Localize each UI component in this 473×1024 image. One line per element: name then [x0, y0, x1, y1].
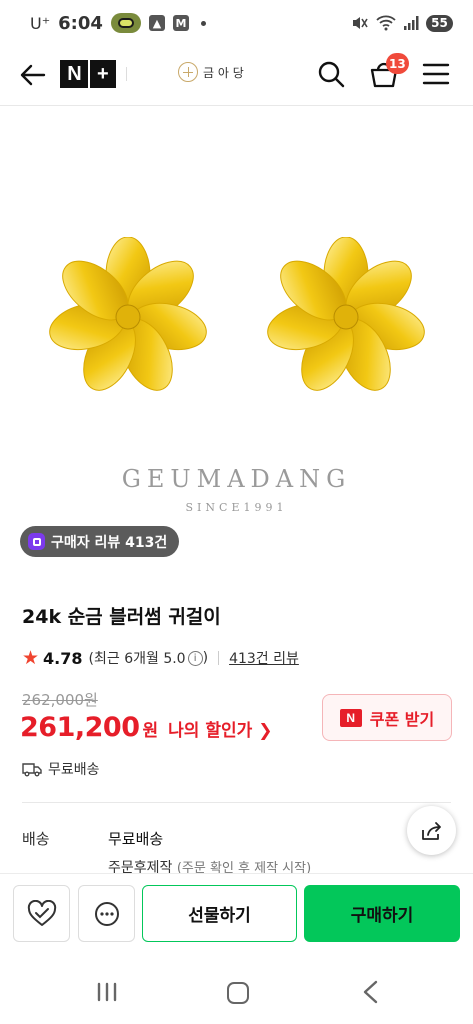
buy-button[interactable]: 구매하기	[304, 885, 460, 942]
gift-button[interactable]: 선물하기	[142, 885, 297, 942]
sale-price-row[interactable]: 261,200 원 나의 할인가 ❯	[20, 712, 273, 743]
delivery-value: 무료배송	[108, 830, 164, 848]
delivery-label: 배송	[22, 830, 50, 848]
recent-apps-icon[interactable]	[95, 982, 119, 1002]
wishlist-button[interactable]	[13, 885, 70, 942]
gallery-notification-icon: ▲	[148, 15, 165, 31]
review-count-link[interactable]: 413건 리뷰	[229, 648, 299, 668]
section-divider	[22, 802, 451, 803]
info-icon[interactable]: i	[187, 650, 203, 666]
carrier-label: U⁺	[30, 13, 51, 33]
product-title: 24k 순금 블러썸 귀걸이	[22, 606, 221, 628]
shipping-row: 무료배송	[22, 759, 100, 779]
menu-icon[interactable]	[422, 61, 450, 87]
truck-icon	[22, 763, 42, 777]
m-notification-icon: M	[172, 15, 189, 31]
coupon-label: 쿠폰 받기	[369, 709, 435, 729]
shipping-label: 무료배송	[48, 762, 100, 778]
brand-since: SINCE1991	[185, 501, 288, 514]
system-nav-bar	[0, 958, 473, 1024]
search-icon[interactable]	[316, 59, 346, 89]
review-chip-icon	[28, 533, 45, 550]
naver-n-icon: N	[339, 708, 362, 727]
naver-plus-logo[interactable]: N +	[60, 60, 116, 88]
review-chip-label: 구매자 리뷰 413건	[51, 534, 168, 551]
buyer-review-chip[interactable]: 구매자 리뷰 413건	[20, 526, 180, 557]
right-earring-image	[267, 237, 425, 391]
app-notification-icon	[110, 13, 141, 33]
store-name: 금 아 당	[203, 65, 244, 80]
status-time: 6:04	[58, 12, 103, 34]
heart-check-icon	[27, 899, 56, 926]
home-icon[interactable]	[227, 982, 249, 1004]
share-icon	[421, 821, 441, 840]
battery-indicator: 55	[426, 14, 453, 32]
nav-back-icon[interactable]	[360, 980, 382, 1004]
chevron-right-icon: ❯	[258, 721, 273, 741]
currency-won: 원	[142, 721, 159, 741]
brand-watermark: GEUMADANG	[121, 465, 352, 493]
header-divider	[126, 67, 127, 81]
store-logo-icon	[178, 62, 198, 82]
status-bar: U⁺ 6:04 ▲ M 55	[0, 0, 473, 46]
product-image[interactable]: GEUMADANG SINCE1991 구매자 리뷰 413건	[0, 107, 473, 567]
top-header: N + 금 아 당 13	[0, 46, 473, 106]
bottom-action-bar: 선물하기 구매하기	[0, 873, 473, 958]
chat-icon	[94, 901, 119, 926]
rating-recent: (최근 6개월 5.0	[88, 651, 186, 667]
more-notifications-dot	[200, 20, 206, 26]
original-price: 262,000원	[22, 691, 98, 709]
nplus-n: N	[67, 62, 82, 85]
rating-separator	[218, 651, 220, 665]
talk-button[interactable]	[78, 885, 135, 942]
my-discount-link[interactable]: 나의 할인가	[168, 716, 252, 741]
store-link[interactable]: 금 아 당	[178, 62, 244, 82]
signal-icon	[404, 16, 419, 30]
rating-value: 4.78	[43, 648, 83, 668]
nplus-separator	[88, 60, 91, 88]
coupon-button[interactable]: N 쿠폰 받기	[322, 694, 452, 741]
sale-price: 261,200	[20, 712, 140, 743]
status-left: U⁺ 6:04 ▲ M	[30, 13, 206, 34]
star-icon: ★	[22, 646, 40, 669]
nplus-plus: +	[96, 62, 109, 85]
wifi-icon	[376, 15, 396, 31]
status-right: 55	[351, 14, 453, 32]
left-earring-image	[49, 237, 207, 391]
back-arrow-icon[interactable]	[18, 60, 48, 90]
rating-row: ★ 4.78 (최근 6개월 5.0 i ) 413건 리뷰	[22, 648, 299, 668]
rating-recent-close: )	[202, 650, 209, 666]
share-button[interactable]	[407, 806, 456, 855]
cart-count-badge: 13	[386, 53, 409, 74]
mute-icon	[353, 17, 368, 29]
